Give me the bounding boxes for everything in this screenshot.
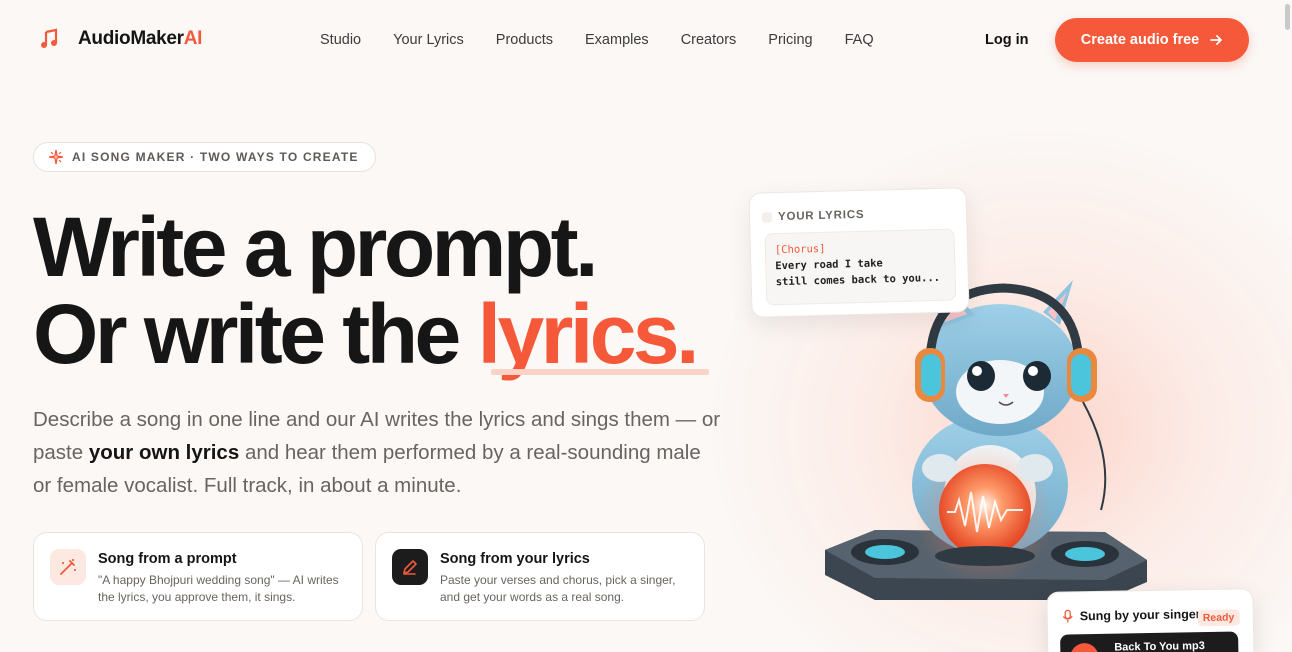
- lyrics-card-label: YOUR LYRICS: [777, 208, 865, 224]
- create-audio-button[interactable]: Create audio free: [1055, 18, 1249, 62]
- track-name: Back To You mp3: [1114, 640, 1205, 652]
- nav-link-faq[interactable]: FAQ: [845, 32, 874, 48]
- headline-line-1: Write a prompt.: [33, 200, 599, 294]
- lyrics-mode-card[interactable]: Song from your lyrics Paste your verses …: [375, 532, 705, 621]
- lyrics-preview-card: YOUR LYRICS [Chorus] Every road I take s…: [748, 187, 970, 318]
- headline-accent-word: lyrics.: [477, 287, 700, 381]
- card-body: Paste your verses and chorus, pick a sin…: [440, 573, 676, 604]
- desc-bold: your own lyrics: [88, 441, 240, 464]
- singer-status-card: Sung by your singer Ready Back To You mp…: [1046, 588, 1255, 652]
- logo[interactable]: AudioMakerAI: [40, 28, 202, 50]
- lyrics-text-box: [Chorus] Every road I take still comes b…: [764, 228, 957, 306]
- login-link[interactable]: Log in: [985, 32, 1029, 48]
- scrollbar[interactable]: [1284, 0, 1292, 652]
- nav-link-examples[interactable]: Examples: [585, 32, 649, 48]
- top-nav: AudioMakerAI Studio Your Lyrics Products…: [0, 0, 1292, 80]
- hero-badge: AI SONG MAKER · TWO WAYS TO CREATE: [33, 142, 376, 172]
- sparkle-icon: [48, 149, 64, 165]
- singer-card-label: Sung by your singer: [1079, 607, 1201, 624]
- card-title: Song from your lyrics: [440, 551, 590, 567]
- headline-line-2: Or write the lyrics.: [33, 292, 699, 376]
- audio-player[interactable]: Back To You mp3: [1060, 631, 1239, 652]
- arrow-right-icon: [1210, 35, 1223, 45]
- logo-text: AudioMakerAI: [78, 28, 203, 49]
- card-body: "A happy Bhojpuri wedding song" — AI wri…: [98, 573, 339, 604]
- scroll-thumb[interactable]: [1285, 4, 1290, 30]
- create-audio-label: Create audio free: [1080, 32, 1200, 48]
- lyrics-line-2: still comes back to you...: [775, 271, 941, 289]
- nav-link-creators[interactable]: Creators: [681, 32, 737, 48]
- nav-link-your-lyrics[interactable]: Your Lyrics: [393, 32, 464, 48]
- headline-line-2-prefix: Or write the: [33, 287, 478, 381]
- status-badge: Ready: [1197, 609, 1240, 627]
- music-note-icon: [41, 28, 58, 48]
- play-icon[interactable]: [1070, 642, 1099, 652]
- hero-description: Describe a song in one line and our AI w…: [33, 408, 721, 497]
- lyrics-card-header: YOUR LYRICS: [761, 208, 865, 224]
- accent-underline: [491, 369, 709, 375]
- nav-link-studio[interactable]: Studio: [320, 32, 361, 48]
- magic-wand-icon: [50, 549, 86, 585]
- pen-icon: [392, 549, 428, 585]
- nav-link-products[interactable]: Products: [496, 32, 553, 48]
- document-icon: [761, 212, 773, 223]
- prompt-mode-card[interactable]: Song from a prompt "A happy Bhojpuri wed…: [33, 532, 363, 621]
- dj-cat-illustration: [825, 280, 1147, 600]
- microphone-icon: [1062, 609, 1073, 623]
- nav-link-pricing[interactable]: Pricing: [768, 32, 812, 48]
- badge-text: AI SONG MAKER · TWO WAYS TO CREATE: [72, 150, 359, 164]
- singer-card-header: Sung by your singer: [1062, 607, 1201, 623]
- nav-links: Studio Your Lyrics Products Examples Cre…: [320, 32, 906, 48]
- card-title: Song from a prompt: [98, 551, 237, 567]
